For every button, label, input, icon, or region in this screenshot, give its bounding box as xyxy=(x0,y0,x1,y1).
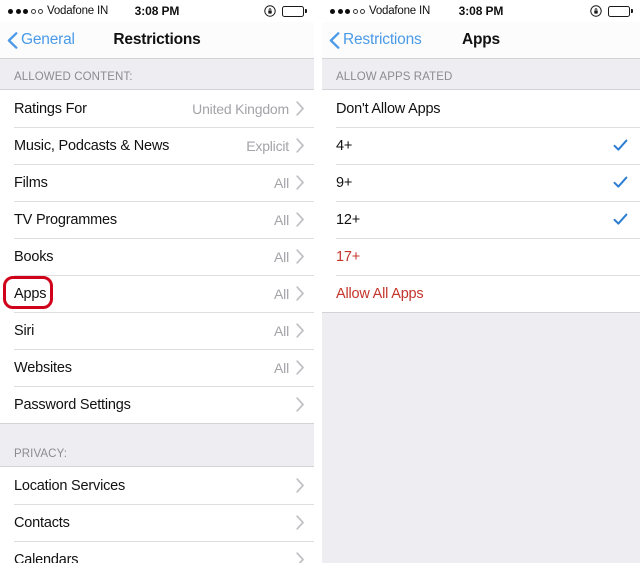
row-websites[interactable]: Websites All xyxy=(0,349,314,386)
status-bar-time-left: 3:08 PM xyxy=(134,4,180,18)
row-location-services[interactable]: Location Services xyxy=(0,467,314,504)
row-label: Location Services xyxy=(14,477,126,494)
chevron-right-icon xyxy=(296,249,304,264)
back-button-label: Restrictions xyxy=(343,31,422,48)
row-calendars[interactable]: Calendars xyxy=(0,541,314,563)
section-header-privacy: PRIVACY: xyxy=(0,424,314,466)
group-allow-apps-rated: Don't Allow Apps 4+ 9+ 12+ 17+ Allow All… xyxy=(322,89,640,313)
back-button-restrictions[interactable]: Restrictions xyxy=(322,31,422,49)
checkmark-icon xyxy=(613,213,628,225)
back-button-label: General xyxy=(21,31,75,48)
section-header-label: PRIVACY: xyxy=(14,448,67,460)
group-privacy: Location Services Contacts Calendars xyxy=(0,466,314,563)
row-rating-12plus[interactable]: 12+ xyxy=(322,201,640,238)
row-siri[interactable]: Siri All xyxy=(0,312,314,349)
left-phone-screen: Vodafone IN 3:08 PM General Restrictions… xyxy=(0,0,318,563)
row-rating-17plus[interactable]: 17+ xyxy=(322,238,640,275)
row-value: All xyxy=(274,285,289,302)
checkmark-icon xyxy=(613,176,628,188)
row-films[interactable]: Films All xyxy=(0,164,314,201)
section-header-allow-apps-rated: ALLOW APPS RATED xyxy=(322,59,640,89)
back-button-general[interactable]: General xyxy=(0,31,75,49)
chevron-right-icon xyxy=(296,323,304,338)
row-rating-9plus[interactable]: 9+ xyxy=(322,164,640,201)
status-bar-left: Vodafone IN 3:08 PM xyxy=(0,0,314,22)
right-phone-screen: Vodafone IN 3:08 PM Restrictions Apps AL… xyxy=(322,0,640,563)
row-tv-programmes[interactable]: TV Programmes All xyxy=(0,201,314,238)
row-contacts[interactable]: Contacts xyxy=(0,504,314,541)
section-header-allowed-content: ALLOWED CONTENT: xyxy=(0,59,314,89)
chevron-right-icon xyxy=(296,397,304,412)
row-allow-all-apps[interactable]: Allow All Apps xyxy=(322,275,640,312)
row-ratings-for[interactable]: Ratings For United Kingdom xyxy=(0,90,314,127)
row-rating-4plus[interactable]: 4+ xyxy=(322,127,640,164)
row-label: Calendars xyxy=(14,551,79,563)
chevron-left-icon xyxy=(329,31,340,49)
settings-list-left[interactable]: ALLOWED CONTENT: Ratings For United King… xyxy=(0,59,314,563)
chevron-right-icon xyxy=(296,515,304,530)
checkmark-icon xyxy=(613,139,628,151)
battery-icon xyxy=(608,5,633,17)
row-value: United Kingdom xyxy=(192,100,289,117)
row-label: Contacts xyxy=(14,514,70,531)
section-header-label: ALLOWED CONTENT: xyxy=(14,71,133,83)
row-value: All xyxy=(274,359,289,376)
row-label: Websites xyxy=(14,359,72,376)
chevron-right-icon xyxy=(296,101,304,116)
row-label: Apps xyxy=(14,285,47,302)
chevron-right-icon xyxy=(296,175,304,190)
chevron-right-icon xyxy=(296,478,304,493)
chevron-left-icon xyxy=(7,31,18,49)
battery-icon xyxy=(282,5,307,17)
row-label: Siri xyxy=(14,322,35,339)
row-apps[interactable]: Apps All xyxy=(0,275,314,312)
group-allowed-content: Ratings For United Kingdom Music, Podcas… xyxy=(0,89,314,424)
row-dont-allow-apps[interactable]: Don't Allow Apps xyxy=(322,90,640,127)
row-label: 4+ xyxy=(336,137,353,154)
row-label: Music, Podcasts & News xyxy=(14,137,170,154)
chevron-right-icon xyxy=(296,138,304,153)
row-label: Books xyxy=(14,248,54,265)
row-value: All xyxy=(274,248,289,265)
row-books[interactable]: Books All xyxy=(0,238,314,275)
dual-screenshot-composite: Vodafone IN 3:08 PM General Restrictions… xyxy=(0,0,640,563)
section-header-label: ALLOW APPS RATED xyxy=(336,71,453,83)
row-value: Explicit xyxy=(246,137,289,154)
chevron-right-icon xyxy=(296,552,304,563)
row-password-settings[interactable]: Password Settings xyxy=(0,386,314,423)
row-music-podcasts-news[interactable]: Music, Podcasts & News Explicit xyxy=(0,127,314,164)
row-label: Ratings For xyxy=(14,100,87,117)
row-label: 9+ xyxy=(336,174,353,191)
status-bar-time-right: 3:08 PM xyxy=(458,4,504,18)
nav-bar-left: General Restrictions xyxy=(0,22,314,59)
chevron-right-icon xyxy=(296,212,304,227)
row-label: TV Programmes xyxy=(14,211,117,228)
row-value: All xyxy=(274,322,289,339)
row-label: Films xyxy=(14,174,48,191)
row-value: All xyxy=(274,211,289,228)
row-value: All xyxy=(274,174,289,191)
row-label: 17+ xyxy=(336,248,360,265)
chevron-right-icon xyxy=(296,360,304,375)
settings-list-right[interactable]: ALLOW APPS RATED Don't Allow Apps 4+ 9+ xyxy=(322,59,640,563)
nav-bar-right: Restrictions Apps xyxy=(322,22,640,59)
row-label: Allow All Apps xyxy=(336,285,424,302)
status-bar-right: Vodafone IN 3:08 PM xyxy=(322,0,640,22)
row-label: Password Settings xyxy=(14,396,131,413)
row-label: 12+ xyxy=(336,211,360,228)
chevron-right-icon xyxy=(296,286,304,301)
row-label: Don't Allow Apps xyxy=(336,100,441,117)
